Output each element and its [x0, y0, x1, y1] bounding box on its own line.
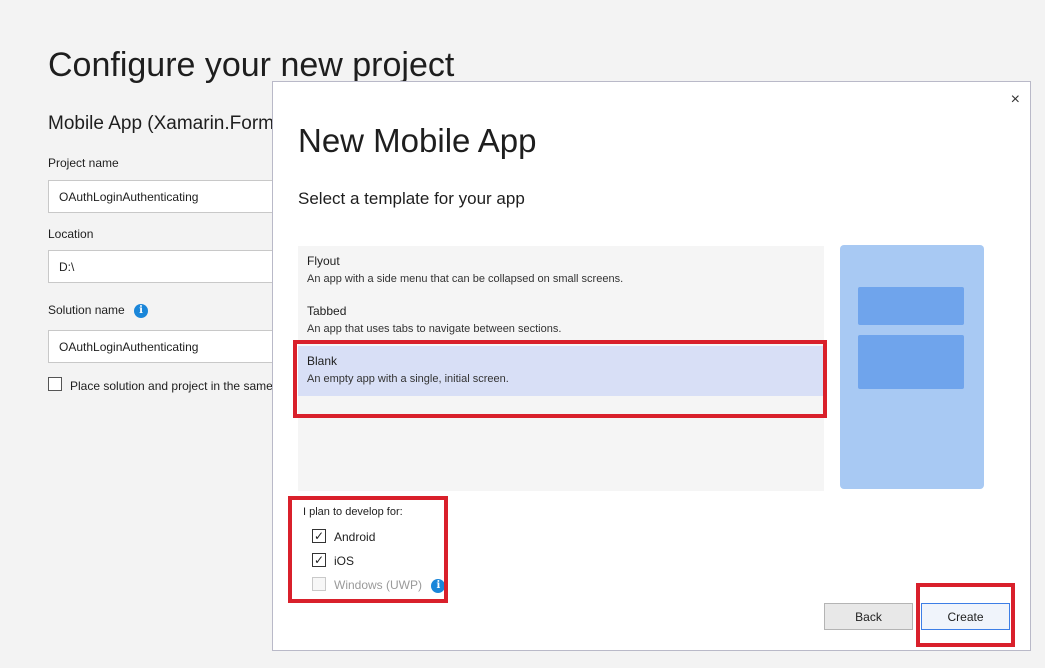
- android-checkbox[interactable]: ✓: [312, 529, 326, 543]
- template-item-flyout[interactable]: Flyout An app with a side menu that can …: [298, 246, 824, 296]
- ios-label: iOS: [334, 554, 355, 568]
- android-label: Android: [334, 530, 376, 544]
- template-name: Blank: [307, 354, 338, 368]
- page-title: Configure your new project: [48, 46, 455, 84]
- template-description: An empty app with a single, initial scre…: [307, 373, 509, 385]
- windows-uwp-checkbox: [312, 577, 326, 591]
- info-icon[interactable]: i: [431, 578, 446, 593]
- template-item-tabbed[interactable]: Tabbed An app that uses tabs to navigate…: [298, 296, 824, 346]
- dialog-title: New Mobile App: [298, 122, 537, 159]
- solution-name-label-row: Solution name i: [48, 303, 149, 318]
- template-list: Flyout An app with a side menu that can …: [298, 246, 824, 491]
- project-name-label: Project name: [48, 156, 119, 170]
- ios-checkbox[interactable]: ✓: [312, 553, 326, 567]
- location-label: Location: [48, 227, 94, 241]
- same-directory-checkbox[interactable]: [48, 377, 62, 391]
- template-description: An app that uses tabs to navigate betwee…: [307, 323, 562, 335]
- new-mobile-app-dialog: × New Mobile App Select a template for y…: [272, 81, 1031, 651]
- project-name-input[interactable]: OAuthLoginAuthenticating: [48, 180, 308, 213]
- template-name: Flyout: [307, 254, 340, 268]
- preview-block: [858, 287, 964, 325]
- windows-uwp-label-row: Windows (UWP) i: [334, 578, 446, 593]
- close-icon[interactable]: ×: [1011, 91, 1020, 109]
- info-icon[interactable]: i: [134, 303, 149, 318]
- windows-uwp-label: Windows (UWP): [334, 578, 423, 592]
- preview-block: [858, 335, 964, 389]
- solution-name-label: Solution name: [48, 303, 125, 317]
- project-name-value: OAuthLoginAuthenticating: [59, 189, 199, 204]
- platform-label: I plan to develop for:: [303, 506, 403, 518]
- template-item-blank[interactable]: Blank An empty app with a single, initia…: [298, 346, 824, 396]
- project-type-subtitle: Mobile App (Xamarin.Forms): [48, 113, 290, 134]
- solution-name-value: OAuthLoginAuthenticating: [59, 339, 199, 354]
- dialog-subtitle: Select a template for your app: [298, 189, 525, 208]
- location-value: D:\: [59, 259, 75, 274]
- create-button[interactable]: Create: [921, 603, 1010, 630]
- template-preview: [840, 245, 984, 489]
- solution-name-input[interactable]: OAuthLoginAuthenticating: [48, 330, 308, 363]
- template-description: An app with a side menu that can be coll…: [307, 273, 624, 285]
- back-button[interactable]: Back: [824, 603, 913, 630]
- location-input[interactable]: D:\: [48, 250, 308, 283]
- template-name: Tabbed: [307, 304, 347, 318]
